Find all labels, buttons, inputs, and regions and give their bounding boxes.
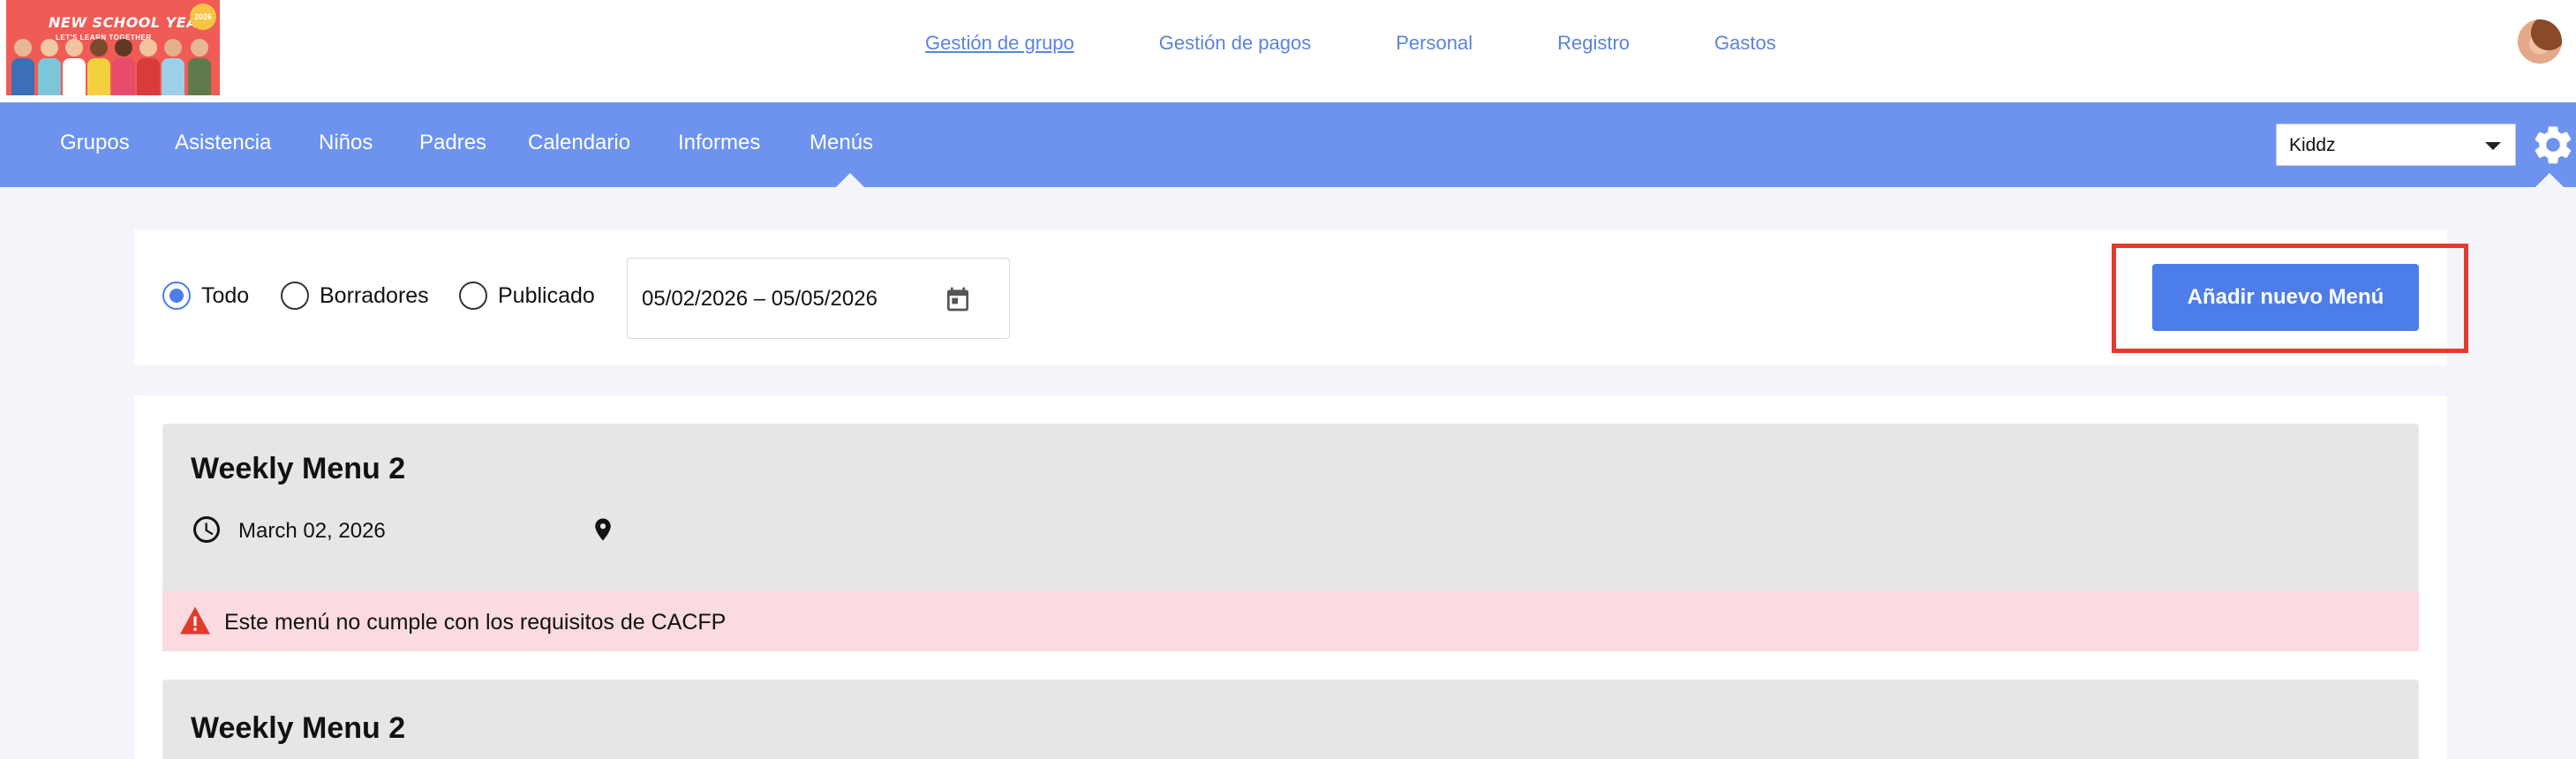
nav-parents[interactable]: Padres: [419, 131, 486, 155]
menu-card[interactable]: Weekly Menu 2: [162, 680, 2419, 759]
add-menu-button[interactable]: Añadir nuevo Menú: [2152, 264, 2419, 331]
nav-menus[interactable]: Menús: [810, 131, 873, 155]
radio-checked-icon: [162, 282, 191, 310]
gear-icon[interactable]: [2530, 122, 2576, 168]
date-range-picker[interactable]: 05/02/2026 – 05/05/2026: [627, 258, 1010, 339]
nav-attendance[interactable]: Asistencia: [175, 131, 271, 155]
kid-figure: [137, 39, 160, 95]
warning-message: Este menú no cumple con los requisitos d…: [224, 610, 727, 635]
date-range-value: 05/02/2026 – 05/05/2026: [642, 287, 877, 311]
kid-figure: [162, 39, 185, 95]
filter-published-radio[interactable]: Publicado: [459, 282, 595, 310]
logo-title: NEW SCHOOL YEAR: [49, 14, 209, 31]
nav-calendar[interactable]: Calendario: [528, 131, 630, 155]
main-nav: Grupos Asistencia Niños Padres Calendari…: [0, 102, 2576, 187]
user-avatar[interactable]: [2518, 19, 2562, 64]
school-select-value: Kiddz: [2289, 135, 2336, 155]
menu-title: Weekly Menu 2: [191, 452, 406, 485]
nav-groups[interactable]: Grupos: [60, 131, 130, 155]
location-pin-icon: [595, 518, 611, 541]
top-nav-staff[interactable]: Personal: [1396, 32, 1473, 56]
top-nav-payment-management[interactable]: Gestión de pagos: [1159, 32, 1311, 56]
filter-all-label: Todo: [201, 282, 250, 308]
kid-figure: [188, 39, 211, 95]
chevron-down-icon: [2485, 142, 2501, 150]
filter-all-radio[interactable]: Todo: [162, 282, 249, 310]
kid-figure: [87, 39, 110, 95]
top-nav-group-management[interactable]: Gestión de grupo: [925, 32, 1074, 56]
kid-figure: [38, 39, 61, 95]
filter-drafts-radio[interactable]: Borradores: [281, 282, 429, 310]
top-header: NEW SCHOOL YEAR LET'S LEARN TOGETHER 202…: [0, 0, 2576, 102]
radio-unchecked-icon: [459, 282, 487, 310]
filter-published-label: Publicado: [498, 282, 595, 308]
school-select[interactable]: Kiddz: [2276, 124, 2516, 166]
warning-icon: [180, 606, 210, 635]
nav-children[interactable]: Niños: [319, 131, 373, 155]
kid-figure: [63, 39, 86, 95]
menu-title: Weekly Menu 2: [191, 711, 406, 745]
top-nav-register[interactable]: Registro: [1557, 32, 1630, 56]
radio-unchecked-icon: [281, 282, 309, 310]
logo-badge: 2026: [190, 4, 216, 30]
menu-date: March 02, 2026: [238, 519, 386, 543]
settings-indicator: [2535, 173, 2564, 187]
top-nav: Gestión de grupo Gestión de pagos Person…: [925, 32, 1776, 56]
cacfp-warning: Este menú no cumple con los requisitos d…: [162, 591, 2419, 651]
kid-figure: [11, 39, 34, 95]
top-nav-expenses[interactable]: Gastos: [1714, 32, 1776, 56]
active-nav-indicator: [836, 173, 864, 187]
clock-icon: [193, 516, 220, 543]
filter-drafts-label: Borradores: [320, 282, 429, 308]
calendar-icon[interactable]: [944, 285, 972, 313]
school-logo[interactable]: NEW SCHOOL YEAR LET'S LEARN TOGETHER 202…: [6, 0, 220, 95]
filter-card: Todo Borradores Publicado 05/02/2026 – 0…: [134, 229, 2447, 365]
menu-card[interactable]: Weekly Menu 2 March 02, 2026: [162, 424, 2419, 591]
nav-reports[interactable]: Informes: [678, 131, 760, 155]
kid-figure: [112, 39, 135, 95]
